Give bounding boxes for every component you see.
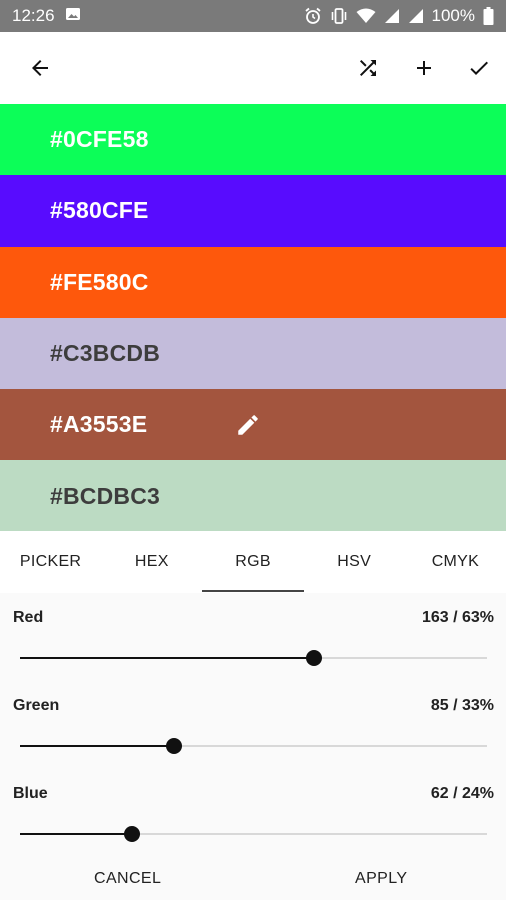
confirm-button[interactable]	[459, 48, 499, 88]
edit-color-button[interactable]	[232, 409, 264, 441]
color-swatch[interactable]: #C3BCDB	[0, 317, 506, 390]
blue-slider-fill	[20, 833, 133, 835]
blue-label: Blue	[13, 785, 48, 802]
rgb-panel: Red 163 / 63% Green 85 / 33% Blue 62 / 2…	[0, 593, 506, 900]
color-swatch[interactable]: #BCDBC3	[0, 460, 506, 532]
shuffle-icon	[360, 60, 376, 76]
red-label: Red	[13, 609, 44, 626]
dialog-actions: CANCEL APPLY	[0, 856, 506, 900]
app-bar	[0, 32, 506, 104]
red-slider-row: Red 163 / 63%	[0, 593, 506, 681]
green-slider[interactable]	[20, 738, 487, 754]
red-slider[interactable]	[20, 650, 487, 666]
color-swatch[interactable]: #580CFE	[0, 175, 506, 247]
blue-slider-row: Blue 62 / 24%	[0, 769, 506, 857]
add-color-button[interactable]	[404, 48, 444, 88]
shuffle-button[interactable]	[348, 48, 388, 88]
battery-icon	[483, 7, 494, 25]
blue-slider-thumb[interactable]	[124, 826, 141, 842]
battery-percent: 100%	[431, 6, 475, 25]
color-palette: #0CFE58 #580CFE #FE580C #C3BCDB #A3553E …	[0, 104, 506, 532]
tab-rgb[interactable]: RGB	[202, 531, 304, 593]
tab-picker[interactable]: PICKER	[0, 531, 101, 593]
red-slider-thumb[interactable]	[306, 650, 323, 666]
signal-icon	[408, 8, 424, 24]
wifi-icon	[356, 7, 376, 25]
green-slider-fill	[20, 745, 175, 747]
blue-slider[interactable]	[20, 826, 487, 842]
green-slider-row: Green 85 / 33%	[0, 681, 506, 769]
swatch-hex-label: #BCDBC3	[50, 482, 161, 509]
arrow-left-icon	[32, 60, 48, 76]
tab-hex[interactable]: HEX	[101, 531, 202, 593]
red-value: 163 / 63%	[421, 609, 494, 626]
vibrate-icon	[330, 7, 348, 25]
status-time: 12:26	[12, 6, 55, 25]
image-icon	[65, 6, 81, 27]
cancel-button[interactable]: CANCEL	[94, 870, 161, 888]
alarm-icon	[304, 7, 322, 25]
swatch-hex-label: #580CFE	[50, 197, 149, 224]
tab-cmyk[interactable]: CMYK	[405, 531, 506, 593]
swatch-hex-label: #C3BCDB	[50, 340, 161, 367]
swatch-hex-label: #A3553E	[50, 411, 148, 438]
tab-hsv[interactable]: HSV	[304, 531, 405, 593]
swatch-hex-label: #FE580C	[50, 268, 149, 295]
blue-value: 62 / 24%	[430, 785, 494, 802]
back-button[interactable]	[20, 48, 60, 88]
green-value: 85 / 33%	[430, 697, 494, 714]
color-swatch[interactable]: #0CFE58	[0, 104, 506, 176]
status-bar: 12:26 100%	[0, 0, 506, 32]
color-mode-tabs: PICKER HEX RGB HSV CMYK	[0, 531, 506, 593]
green-slider-thumb[interactable]	[166, 738, 183, 754]
plus-icon	[417, 61, 431, 75]
color-swatch[interactable]: #FE580C	[0, 246, 506, 318]
check-icon	[470, 61, 488, 75]
red-slider-fill	[20, 657, 315, 659]
green-label: Green	[13, 697, 60, 714]
pencil-icon	[238, 415, 258, 435]
signal-icon	[384, 8, 400, 24]
color-swatch-selected[interactable]: #A3553E	[0, 389, 506, 461]
swatch-hex-label: #0CFE58	[50, 126, 149, 153]
apply-button[interactable]: APPLY	[355, 870, 407, 888]
